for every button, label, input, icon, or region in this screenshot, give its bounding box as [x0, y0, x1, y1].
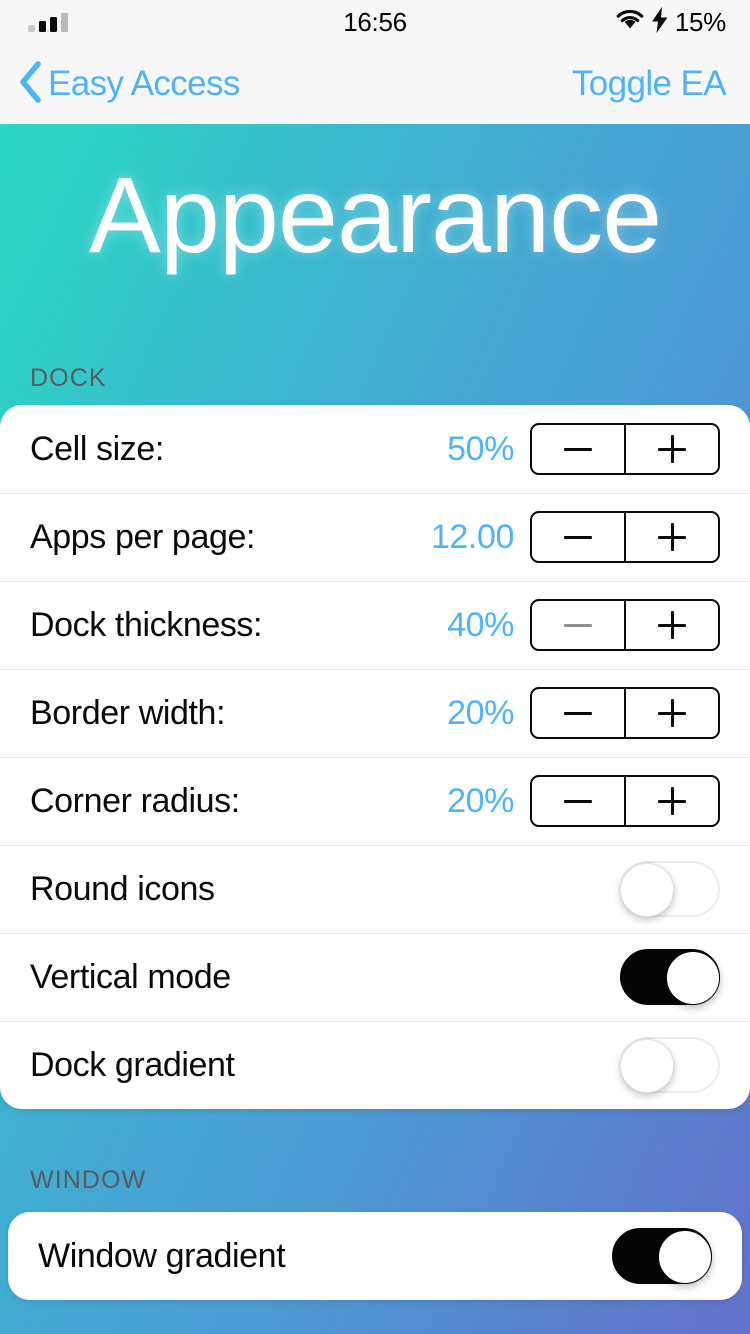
minus-icon: [564, 711, 592, 715]
toggle-ea-button[interactable]: Toggle EA: [572, 44, 727, 124]
stepper-cell-size[interactable]: [530, 423, 720, 475]
row-value: 20%: [447, 781, 514, 820]
toggle-dock-gradient[interactable]: [620, 1037, 720, 1093]
toggle-knob: [620, 863, 674, 917]
row-value: 50%: [447, 429, 514, 468]
row-value: 12.00: [430, 517, 514, 556]
row-apps-per-page[interactable]: Apps per page: 12.00: [0, 493, 750, 581]
row-dock-gradient[interactable]: Dock gradient: [0, 1021, 750, 1109]
settings-content: Appearance DOCK Cell size: 50% Apps per …: [0, 124, 750, 1334]
section-header-dock: DOCK: [30, 364, 107, 392]
plus-icon: [658, 699, 686, 727]
plus-icon: [658, 611, 686, 639]
row-dock-thickness[interactable]: Dock thickness: 40%: [0, 581, 750, 669]
row-label: Dock thickness:: [30, 605, 263, 644]
minus-icon: [564, 535, 592, 539]
stepper-plus-button[interactable]: [624, 601, 718, 649]
wifi-icon: [615, 9, 645, 36]
toggle-window-gradient[interactable]: [612, 1228, 712, 1284]
row-vertical-mode[interactable]: Vertical mode: [0, 933, 750, 1021]
stepper-minus-button[interactable]: [532, 689, 624, 737]
stepper-minus-button[interactable]: [532, 425, 624, 473]
section-header-window: WINDOW: [30, 1166, 147, 1194]
status-bar: 16:56 15%: [0, 0, 750, 44]
row-label: Dock gradient: [30, 1045, 235, 1084]
row-corner-radius[interactable]: Corner radius: 20%: [0, 757, 750, 845]
row-label: Vertical mode: [30, 957, 231, 996]
toggle-round-icons[interactable]: [620, 861, 720, 917]
row-border-width[interactable]: Border width: 20%: [0, 669, 750, 757]
battery-percentage: 15%: [674, 6, 726, 37]
minus-icon: [564, 447, 592, 451]
stepper-apps-per-page[interactable]: [530, 511, 720, 563]
lightning-bolt-icon: [651, 6, 668, 38]
plus-icon: [658, 787, 686, 815]
chevron-left-icon: [18, 60, 42, 109]
stepper-minus-button[interactable]: [532, 601, 624, 649]
row-label: Border width:: [30, 693, 226, 732]
stepper-plus-button[interactable]: [624, 777, 718, 825]
navigation-bar: Easy Access Toggle EA: [0, 44, 750, 124]
stepper-plus-button[interactable]: [624, 425, 718, 473]
plus-icon: [658, 523, 686, 551]
row-label: Corner radius:: [30, 781, 240, 820]
plus-icon: [658, 435, 686, 463]
stepper-dock-thickness[interactable]: [530, 599, 720, 651]
row-cell-size[interactable]: Cell size: 50%: [0, 405, 750, 493]
toggle-knob: [658, 1230, 712, 1284]
toggle-knob: [620, 1039, 674, 1093]
stepper-plus-button[interactable]: [624, 513, 718, 561]
stepper-border-width[interactable]: [530, 687, 720, 739]
toggle-vertical-mode[interactable]: [620, 949, 720, 1005]
dock-settings-card: Cell size: 50% Apps per page: 12.00 Dock: [0, 405, 750, 1109]
row-label: Cell size:: [30, 429, 164, 468]
row-label: Window gradient: [38, 1236, 286, 1275]
window-settings-card: Window gradient: [8, 1212, 742, 1300]
row-window-gradient[interactable]: Window gradient: [8, 1212, 742, 1300]
stepper-plus-button[interactable]: [624, 689, 718, 737]
row-value: 20%: [447, 693, 514, 732]
page-title: Appearance: [88, 154, 662, 275]
back-button[interactable]: Easy Access: [18, 44, 240, 124]
stepper-corner-radius[interactable]: [530, 775, 720, 827]
row-label: Apps per page:: [30, 517, 256, 556]
minus-icon: [564, 799, 592, 803]
row-value: 40%: [447, 605, 514, 644]
back-button-label: Easy Access: [48, 64, 240, 103]
toggle-knob: [666, 951, 720, 1005]
phone-screen: 16:56 15% Easy Access Toggle EA Appearan…: [0, 0, 750, 1334]
status-bar-right: 15%: [615, 0, 726, 44]
stepper-minus-button[interactable]: [532, 513, 624, 561]
stepper-minus-button[interactable]: [532, 777, 624, 825]
row-label: Round icons: [30, 869, 215, 908]
row-round-icons[interactable]: Round icons: [0, 845, 750, 933]
minus-icon: [564, 623, 592, 627]
